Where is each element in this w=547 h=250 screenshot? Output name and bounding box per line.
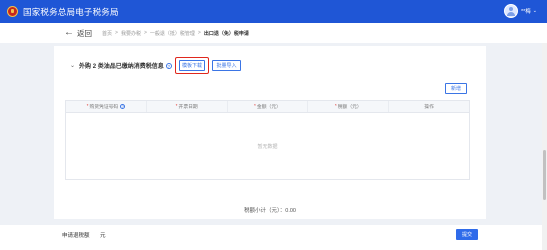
app-title: 国家税务总局电子税务局	[23, 6, 119, 17]
breadcrumb-separator: >	[197, 30, 201, 36]
table-header: * 购货凭证号码 ? * 开票日期 * 金额（元） * 税额（元） 操作	[66, 101, 469, 113]
section-header[interactable]: ⌄ 外购 2 类油品已缴纳消费税信息 ?	[70, 61, 172, 70]
back-button[interactable]: ← 返回	[64, 28, 92, 39]
back-label: 返回	[77, 28, 92, 38]
chevron-down-icon[interactable]: ⌄	[70, 62, 75, 69]
column-header-actions: 操作	[424, 105, 434, 110]
required-mark: *	[334, 104, 337, 109]
user-name: **梅	[521, 9, 531, 15]
column-header-amount: * 金额（元）	[228, 101, 309, 112]
fuel-tax-table: * 购货凭证号码 ? * 开票日期 * 金额（元） * 税额（元） 操作 暂无数…	[65, 100, 470, 180]
tax-subtotal: 税额小计（元）：0.00	[244, 208, 296, 214]
required-mark: *	[175, 104, 178, 109]
breadcrumb-bar: ← 返回 首页 > 我要办税 > 一般退（抵）税管理 > 出口退（免）税申请	[0, 23, 547, 43]
column-header-voucher-number: * 购货凭证号码 ?	[66, 101, 147, 112]
breadcrumb-item-tax-services[interactable]: 我要办税	[121, 30, 141, 37]
breadcrumb-item-refund-management[interactable]: 一般退（抵）税管理	[150, 30, 195, 37]
template-download-button[interactable]: 模板下载	[179, 60, 205, 71]
avatar-icon	[504, 4, 519, 18]
empty-state: 暂无数据	[257, 144, 278, 150]
add-button[interactable]: 新增	[445, 83, 467, 94]
required-mark: *	[86, 104, 89, 109]
column-header-tax-amount: * 税额（元）	[308, 101, 390, 112]
section-title: 外购 2 类油品已缴纳消费税信息	[79, 64, 164, 70]
breadcrumb-separator: >	[143, 30, 147, 36]
help-icon[interactable]: ?	[120, 104, 126, 109]
arrow-left-icon: ←	[64, 27, 74, 38]
user-menu[interactable]: **梅 ⌄	[504, 4, 537, 18]
refund-amount-value: 元	[100, 233, 106, 239]
tax-bureau-emblem-icon	[7, 6, 18, 17]
required-mark: *	[254, 104, 256, 109]
refund-amount-label: 申请退税额	[62, 233, 90, 239]
scrollbar-track[interactable]	[542, 43, 547, 250]
chevron-down-icon: ⌄	[532, 8, 537, 14]
breadcrumb-item-home[interactable]: 首页	[102, 30, 112, 37]
submit-button[interactable]: 提交	[456, 229, 478, 240]
breadcrumb: 首页 > 我要办税 > 一般退（抵）税管理 > 出口退（免）税申请	[102, 30, 249, 37]
footer-bar: 申请退税额 元 提交	[0, 225, 547, 250]
column-header-invoice-date: * 开票日期	[147, 101, 228, 112]
breadcrumb-separator: >	[115, 30, 118, 36]
scrollbar-thumb[interactable]	[543, 150, 546, 200]
top-navigation-bar: 国家税务总局电子税务局 **梅 ⌄	[0, 0, 547, 23]
breadcrumb-item-current: 出口退（免）税申请	[203, 30, 249, 37]
help-icon[interactable]: ?	[165, 62, 172, 69]
main-card: ⌄ 外购 2 类油品已缴纳消费税信息 ? 模板下载 批量导入 新增 * 购货凭证…	[54, 46, 486, 219]
batch-import-button[interactable]: 批量导入	[212, 60, 241, 71]
